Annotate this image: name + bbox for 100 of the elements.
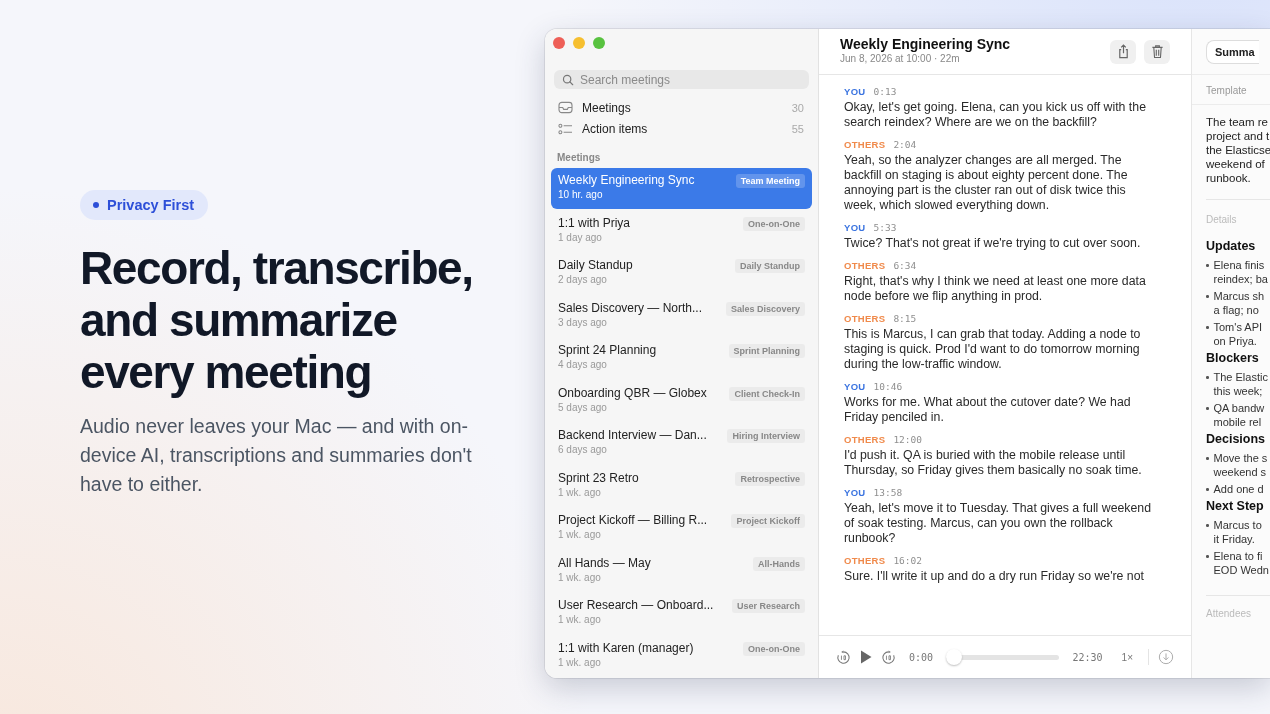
meeting-title: Project Kickoff — Billing R... — [558, 513, 708, 527]
transcript-text: Okay, let's get going. Elena, can you kick us off with the search reindex? Where are we on the backfill? — [844, 100, 1147, 130]
section-heading: Decisions — [1206, 432, 1267, 446]
nav-item[interactable]: Action items 55 — [545, 118, 818, 140]
bullet-text: The Elastic this week; — [1213, 370, 1268, 398]
timestamp: 16:02 — [893, 555, 922, 566]
meeting-item[interactable]: Sprint 23 Retro 1 wk. ago Retrospective — [551, 465, 812, 506]
section-heading: Blockers — [1206, 351, 1260, 365]
timestamp: 5:33 — [873, 222, 897, 233]
trash-icon — [1150, 44, 1164, 59]
meeting-tag: Team Meeting — [735, 174, 805, 188]
delete-button[interactable] — [1144, 39, 1170, 64]
meeting-title: Sales Discovery — North... — [558, 300, 703, 315]
meeting-item[interactable]: Onboarding QBR — Globex 5 days ago Client Check-In — [551, 380, 812, 421]
bullet-icon — [1206, 555, 1209, 558]
meeting-tag: One-on-One — [743, 641, 805, 656]
section-heading: Meetings — [556, 151, 602, 165]
bullet-icon — [1206, 264, 1209, 267]
meeting-tag: One-on-One — [743, 216, 805, 231]
attendees-label: Attendees — [1206, 595, 1270, 619]
meeting-time: 10 hr. ago — [558, 189, 604, 200]
elapsed-time: 0:00 — [909, 651, 934, 663]
meeting-tag: User Research — [731, 599, 805, 613]
share-button[interactable] — [1110, 39, 1136, 64]
meeting-time: 3 days ago — [558, 316, 608, 328]
details-label: Details — [1206, 214, 1238, 225]
bullet-icon — [1206, 457, 1209, 460]
meeting-item[interactable]: Project Kickoff — Billing R... 1 wk. ago Project Kickoff — [551, 508, 812, 549]
skip-forward-icon[interactable] — [881, 649, 896, 665]
search-input[interactable]: Search meetings — [580, 72, 801, 87]
download-icon[interactable] — [1158, 649, 1174, 665]
speaker-label: OTHERS — [844, 313, 886, 324]
nav-item[interactable]: Meetings 30 — [545, 97, 818, 119]
search-icon — [562, 73, 574, 86]
speaker-label: YOU — [844, 487, 866, 498]
meeting-tag: Project Kickoff — [731, 514, 805, 528]
privacy-badge: Privacy First — [80, 190, 209, 220]
bullet-text: Marcus to it Friday. — [1213, 518, 1262, 546]
meeting-title: Weekly Engineering Sync — [558, 173, 695, 187]
meeting-time: 1 wk. ago — [558, 486, 602, 498]
transcript-text: Yeah, so the analyzer changes are all merged. The backfill on staging is about eighty percent done. The annoying part is the cluster ran out of disk twice this week, which slowed everything down. — [844, 153, 1129, 213]
bullet-icon — [1206, 295, 1209, 298]
transcript-text: Right, that's why I think we need at least one more data node before we flip anything in prod. — [844, 274, 1147, 304]
section-heading: Updates — [1206, 239, 1257, 253]
template-label: Template — [1192, 75, 1270, 105]
transcript-text: Sure. I'll write it up and do a dry run Friday so we're not — [844, 569, 1145, 584]
meeting-tag: Client Check-In — [729, 386, 805, 401]
meeting-title: User Research — Onboard... — [558, 598, 714, 612]
speed-control[interactable]: 1× — [1121, 651, 1133, 663]
meeting-tag: Hiring Interview — [727, 429, 805, 443]
meeting-title: Daily Standup — [558, 258, 633, 272]
meeting-tag: All-Hands — [753, 556, 805, 571]
subtitle: Audio never leaves your Mac — and with on-device AI, transcriptions and summaries don't have to either. — [80, 414, 473, 497]
speaker-label: YOU — [844, 86, 866, 97]
bullet-text: Move the s weekend s — [1213, 451, 1268, 479]
meeting-time: 1 day ago — [558, 231, 603, 243]
meeting-time: 5 days ago — [558, 401, 608, 413]
speaker-label: YOU — [844, 222, 866, 233]
meeting-time: 1 wk. ago — [558, 571, 602, 583]
meeting-item[interactable]: 1:1 with Karen (manager) 1 wk. ago One-on-One — [551, 635, 812, 676]
timestamp: 12:00 — [893, 434, 922, 445]
bullet-text: QA bandw mobile rel — [1213, 401, 1265, 429]
timestamp: 13:58 — [873, 487, 903, 498]
meeting-title: Backend Interview — Dan... — [558, 428, 707, 442]
summary-tab[interactable]: Summa — [1206, 39, 1259, 64]
tray-icon — [558, 101, 573, 115]
speaker-label: OTHERS — [844, 434, 886, 445]
search-field[interactable]: Search meetings — [554, 70, 809, 90]
timestamp: 0:13 — [873, 86, 897, 97]
meeting-heading: Weekly Engineering Sync — [840, 35, 1012, 52]
skip-back-icon[interactable] — [836, 649, 851, 665]
meeting-time: 1 wk. ago — [558, 614, 602, 625]
bullet-text: Add one d — [1213, 482, 1264, 496]
timestamp: 6:34 — [893, 260, 917, 271]
meeting-item[interactable]: 1:1 with Priya 1 day ago One-on-One — [551, 210, 812, 251]
timestamp: 2:04 — [893, 139, 917, 150]
meeting-item[interactable]: Backend Interview — Dan... 6 days ago Hiring Interview — [551, 423, 812, 464]
meeting-title: Onboarding QBR — Globex — [558, 385, 707, 400]
play-icon[interactable] — [860, 650, 872, 664]
speaker-label: OTHERS — [844, 555, 886, 566]
zoom-button[interactable] — [593, 37, 605, 49]
bullet-text: Elena finis reindex; ba — [1213, 258, 1268, 286]
close-button[interactable] — [553, 37, 565, 49]
meeting-item[interactable]: Weekly Engineering Sync 10 hr. ago Team Meeting — [551, 168, 812, 209]
share-icon — [1116, 44, 1130, 59]
meeting-item[interactable]: Daily Standup 2 days ago Daily Standup — [551, 253, 812, 294]
meeting-item[interactable]: User Research — Onboard... 1 wk. ago User Research — [551, 593, 812, 634]
progress-slider[interactable] — [946, 649, 1060, 665]
meeting-time: 2 days ago — [558, 274, 608, 285]
bullet-text: Marcus sh a flag; no — [1213, 289, 1265, 317]
meeting-tag: Sprint Planning — [728, 344, 805, 358]
transcript-text: Twice? That's not great if we're trying to cut over soon. — [844, 236, 1142, 251]
meeting-time: 4 days ago — [558, 359, 608, 370]
meeting-item[interactable]: Sprint 24 Planning 4 days ago Sprint Planning — [551, 338, 812, 379]
meeting-tag: Sales Discovery — [725, 301, 805, 316]
meeting-item[interactable]: Sales Discovery — North... 3 days ago Sales Discovery — [551, 295, 812, 336]
timestamp: 8:15 — [893, 313, 917, 324]
meeting-tag: Retrospective — [735, 471, 805, 486]
meeting-item[interactable]: All Hands — May 1 wk. ago All-Hands — [551, 550, 812, 591]
transcript-text: Yeah, let's move it to Tuesday. That gives a full weekend of soak testing. Marcus, can you own the rollback runbook? — [844, 501, 1152, 546]
